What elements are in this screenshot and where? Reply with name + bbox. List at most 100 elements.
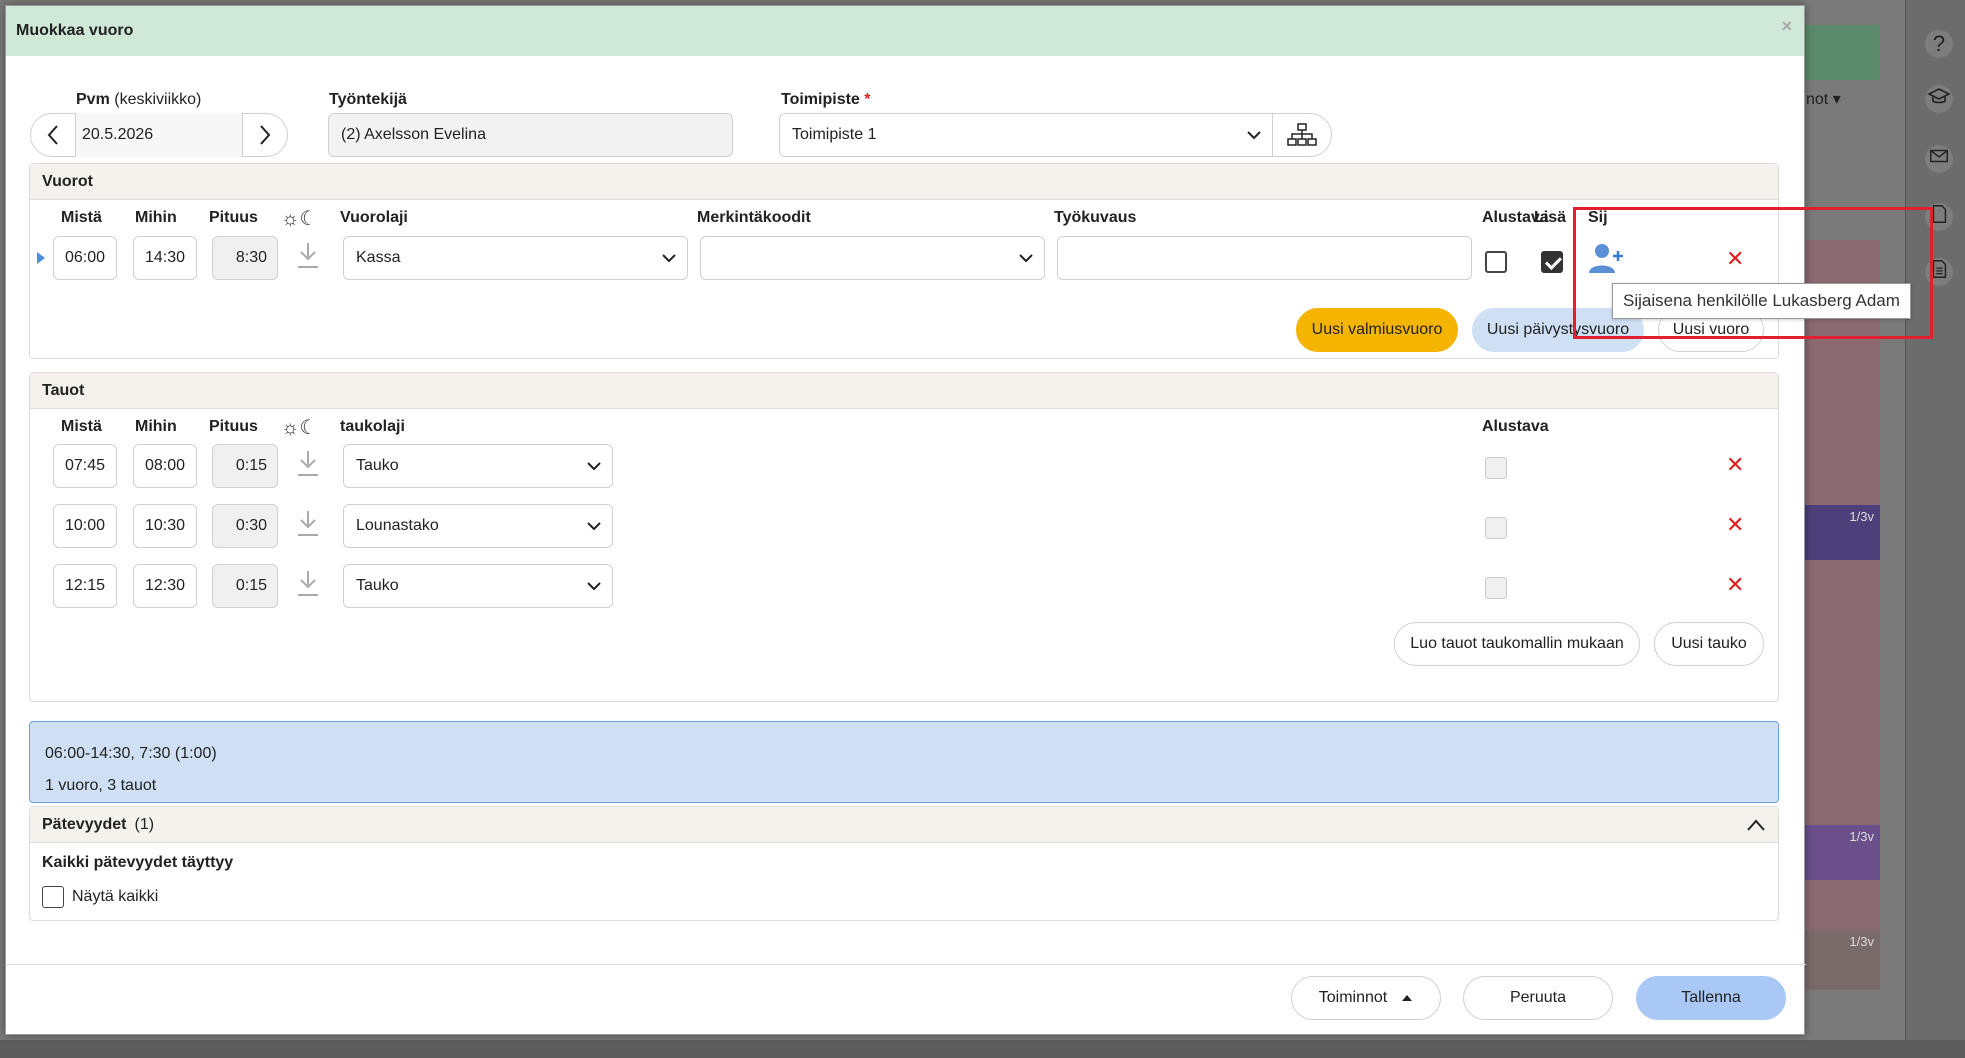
shift-summary: 06:00-14:30, 7:30 (1:00) 1 vuoro, 3 tauo… <box>29 721 1779 803</box>
break-type-select[interactable]: Lounastako <box>343 504 613 548</box>
break-preliminary-checkbox[interactable] <box>1485 457 1507 479</box>
chevron-right-icon <box>260 125 271 145</box>
chevron-down-icon <box>587 522 601 531</box>
background-bottom-bar <box>0 1040 1965 1058</box>
question-icon[interactable]: ? <box>1925 30 1953 58</box>
background-shift-label: 1/3v <box>1849 509 1874 524</box>
break-type-select[interactable]: Tauko <box>343 444 613 488</box>
prev-day-button[interactable] <box>31 113 75 157</box>
chevron-down-icon <box>587 462 601 471</box>
date-picker: 20.5.2026 <box>30 113 288 157</box>
new-standby-shift-button[interactable]: Uusi valmiusvuoro <box>1296 308 1458 352</box>
delete-break-icon[interactable]: ✕ <box>1726 574 1744 596</box>
background-dropdown-label: not <box>1806 91 1829 108</box>
new-break-button[interactable]: Uusi tauko <box>1654 622 1764 666</box>
highlight-annotation <box>1573 207 1933 339</box>
shift-col-type: Vuorolaji <box>340 209 408 226</box>
background-shift-block[interactable]: 1/3v <box>1800 505 1880 560</box>
show-all-checkbox[interactable] <box>42 886 64 908</box>
break-from-input[interactable]: 12:15 <box>53 564 117 608</box>
qualifications-title: Pätevyydet <box>42 815 127 833</box>
break-to-input[interactable]: 12:30 <box>133 564 197 608</box>
mail-icon[interactable] <box>1925 145 1953 173</box>
footer-divider <box>6 964 1806 965</box>
download-icon[interactable] <box>296 241 320 271</box>
date-weekday: (keskiviikko) <box>114 91 202 108</box>
shift-length-field: 8:30 <box>212 236 278 280</box>
shift-codes-select[interactable] <box>700 236 1045 280</box>
chevron-down-icon <box>1019 254 1033 263</box>
create-breaks-by-template-button[interactable]: Luo tauot taukomallin mukaan <box>1394 622 1640 666</box>
break-to-input[interactable]: 10:30 <box>133 504 197 548</box>
shift-col-codes: Merkintäkoodit <box>697 209 811 226</box>
break-col-length: Pituus <box>209 418 258 435</box>
shift-type-select[interactable]: Kassa <box>343 236 688 280</box>
break-length-field: 0:30 <box>212 504 278 548</box>
background-header-strip <box>1800 25 1880 80</box>
shift-col-extra: Lisä <box>1534 209 1567 226</box>
chevron-left-icon <box>47 125 58 145</box>
background-shift-block[interactable]: 1/3v <box>1800 930 1880 990</box>
location-select-value: Toimipiste 1 <box>792 126 877 143</box>
edit-shift-modal: Muokkaa vuoro × Pvm (keskiviikko) 20.5.2… <box>5 5 1806 1035</box>
background-shift-block[interactable]: 1/3v <box>1800 825 1880 880</box>
org-chart-icon <box>1287 123 1317 146</box>
org-chart-button[interactable] <box>1272 113 1332 157</box>
employee-label: Työntekijä <box>329 91 407 108</box>
location-label: Toimipiste <box>781 91 860 108</box>
break-col-type: taukolaji <box>340 418 405 435</box>
break-preliminary-checkbox[interactable] <box>1485 517 1507 539</box>
break-preliminary-checkbox[interactable] <box>1485 577 1507 599</box>
delete-break-icon[interactable]: ✕ <box>1726 454 1744 476</box>
qualifications-status: Kaikki pätevyydet täyttyy <box>42 854 234 871</box>
chevron-down-icon <box>587 582 601 591</box>
shift-preliminary-checkbox[interactable] <box>1485 251 1507 273</box>
date-input[interactable]: 20.5.2026 <box>75 113 243 157</box>
download-icon[interactable] <box>296 569 320 599</box>
break-type-value: Tauko <box>356 577 399 594</box>
modal-header: Muokkaa vuoro × <box>6 6 1804 56</box>
location-label-group: Toimipiste * <box>781 91 871 109</box>
show-all-label: Näytä kaikki <box>72 888 159 905</box>
background-dropdown[interactable]: not ▾ <box>1800 80 1880 120</box>
summary-counts: 1 vuoro, 3 tauot <box>45 777 157 794</box>
break-from-input[interactable]: 07:45 <box>53 444 117 488</box>
shifts-section-title: Vuorot <box>30 164 1778 200</box>
date-label-group: Pvm (keskiviikko) <box>76 91 201 109</box>
shift-col-to: Mihin <box>135 209 177 226</box>
shift-col-from: Mistä <box>61 209 102 226</box>
break-length-field: 0:15 <box>212 564 278 608</box>
shift-description-input[interactable] <box>1057 236 1472 280</box>
chevron-up-icon[interactable] <box>1746 818 1766 832</box>
shift-col-description: Työkuvaus <box>1054 209 1137 226</box>
next-day-button[interactable] <box>243 113 287 157</box>
qualifications-header[interactable]: Pätevyydet (1) <box>30 807 1778 843</box>
chevron-down-icon <box>662 254 676 263</box>
background-shift-label: 1/3v <box>1849 934 1874 949</box>
shift-type-value: Kassa <box>356 249 401 266</box>
modal-title: Muokkaa vuoro <box>16 22 134 39</box>
download-icon[interactable] <box>296 509 320 539</box>
shift-col-length: Pituus <box>209 209 258 226</box>
shift-to-input[interactable]: 14:30 <box>133 236 197 280</box>
substitute-tooltip: Sijaisena henkilölle Lukasberg Adam <box>1612 283 1911 319</box>
break-col-preliminary: Alustava <box>1482 418 1549 435</box>
shift-from-input[interactable]: 06:00 <box>53 236 117 280</box>
close-icon[interactable]: × <box>1781 16 1792 37</box>
break-type-select[interactable]: Tauko <box>343 564 613 608</box>
required-marker: * <box>864 91 871 108</box>
location-select[interactable]: Toimipiste 1 <box>779 113 1273 157</box>
break-from-input[interactable]: 10:00 <box>53 504 117 548</box>
graduation-cap-icon[interactable] <box>1925 85 1953 113</box>
delete-break-icon[interactable]: ✕ <box>1726 514 1744 536</box>
cancel-button[interactable]: Peruuta <box>1463 976 1613 1020</box>
break-to-input[interactable]: 08:00 <box>133 444 197 488</box>
save-button[interactable]: Tallenna <box>1636 976 1786 1020</box>
chevron-down-icon <box>1247 131 1261 140</box>
download-icon[interactable] <box>296 449 320 479</box>
sun-moon-icon: ☼☾ <box>281 208 318 230</box>
break-type-value: Lounastako <box>356 517 439 534</box>
qualifications-count: (1) <box>134 815 155 833</box>
shift-extra-checkbox[interactable] <box>1541 251 1563 273</box>
actions-menu-button[interactable]: Toiminnot <box>1291 976 1441 1020</box>
